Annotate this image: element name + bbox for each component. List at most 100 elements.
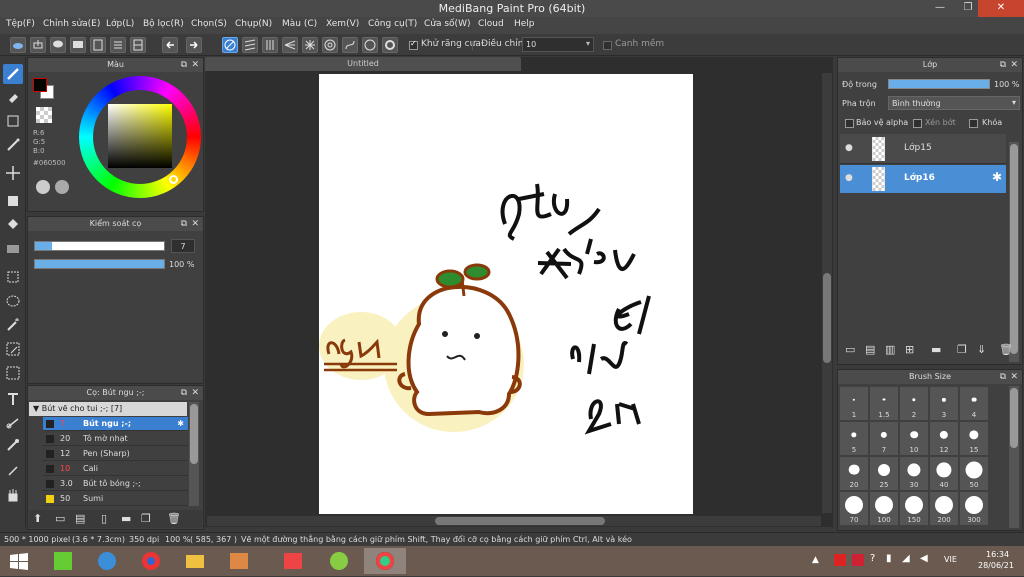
new-halftone-layer-icon[interactable]: ▤ <box>865 343 875 356</box>
document-icon[interactable] <box>90 37 106 53</box>
menu-cloud[interactable]: Cloud <box>478 19 504 29</box>
correction-select[interactable]: 10 ▾ <box>522 37 594 52</box>
redo-icon[interactable] <box>186 37 202 53</box>
brush-group[interactable]: ▼ Bút vẽ cho tui ;-; [7] <box>29 402 187 416</box>
parallel-snap-icon[interactable] <box>242 37 258 53</box>
brush-size-item[interactable]: 15 <box>960 422 988 455</box>
tray-battery-icon[interactable]: ▮ <box>886 553 892 564</box>
medibang-taskbar-icon[interactable] <box>364 548 406 574</box>
app-icon[interactable] <box>272 548 314 574</box>
duplicate-icon[interactable]: ❐ <box>141 512 151 525</box>
layer-row-16[interactable]: ● Lớp16 ✱ <box>840 165 1006 193</box>
brush-tool-icon[interactable] <box>3 64 23 84</box>
brush-size-item[interactable]: 1.5 <box>870 387 898 420</box>
tray-time[interactable]: 16:34 <box>986 550 1009 559</box>
menu-view[interactable]: Xem(V) <box>326 19 359 29</box>
grid-snap-icon[interactable] <box>262 37 278 53</box>
eye-icon[interactable]: ● <box>845 143 853 153</box>
rectangle-select-icon[interactable] <box>3 111 23 131</box>
add-layer-menu-icon[interactable]: ⊞ <box>905 343 914 356</box>
transparent-swatch[interactable] <box>36 107 52 123</box>
close-icon[interactable]: ✕ <box>1010 370 1018 384</box>
canvas-paper[interactable] <box>319 74 693 514</box>
brush-size-item[interactable]: 100 <box>870 492 898 525</box>
tray-date[interactable]: 28/06/21 <box>978 561 1014 570</box>
trash-icon[interactable]: 🗑 <box>167 512 181 525</box>
tray-help-icon[interactable]: ? <box>870 553 875 564</box>
no-snap-icon[interactable] <box>222 37 238 53</box>
move-tool-icon[interactable] <box>3 163 23 183</box>
undock-icon[interactable]: ⧉ <box>181 58 187 72</box>
list-item[interactable]: 10 Cali <box>43 462 188 476</box>
protect-alpha-checkbox[interactable] <box>845 119 854 128</box>
fill-rect-icon[interactable] <box>3 191 23 211</box>
cloud-icon[interactable] <box>10 37 26 53</box>
folder-icon[interactable]: ▬ <box>121 512 131 525</box>
share-icon[interactable] <box>30 37 46 53</box>
curve-snap-icon[interactable] <box>342 37 358 53</box>
brush-size-item[interactable]: 10 <box>900 422 928 455</box>
list-item[interactable]: 20 Tô mờ nhạt <box>43 432 188 446</box>
layer-opacity-slider[interactable] <box>888 79 990 89</box>
layer-row-15[interactable]: ● Lớp15 <box>840 134 1006 164</box>
tray-network-icon[interactable]: ◢ <box>902 553 910 564</box>
vertical-scrollbar[interactable] <box>822 73 832 513</box>
firealpaca-icon[interactable] <box>318 548 360 574</box>
brush-size-item[interactable]: 7 <box>870 422 898 455</box>
eye-icon[interactable]: ● <box>845 173 853 183</box>
brush-size-item[interactable]: 5 <box>840 422 868 455</box>
antialias-checkbox[interactable] <box>409 39 418 50</box>
magic-wand-icon[interactable] <box>3 315 23 335</box>
primary-color-swatch[interactable] <box>33 78 47 92</box>
ellipse-snap-icon[interactable] <box>362 37 378 53</box>
palette-add-icon[interactable] <box>55 180 69 194</box>
lasso-tool-icon[interactable] <box>3 291 23 311</box>
circle-snap-icon[interactable] <box>322 37 338 53</box>
edge-checkbox[interactable] <box>603 41 612 50</box>
brush-size-item[interactable]: 150 <box>900 492 928 525</box>
layer-scrollbar[interactable] <box>1009 142 1019 362</box>
storyboard-icon[interactable] <box>130 37 146 53</box>
gradient-tool-icon[interactable] <box>3 239 23 259</box>
brush-size-item[interactable]: 1 <box>840 387 868 420</box>
minimize-button[interactable]: — <box>926 0 954 17</box>
brush-size-item[interactable]: 25 <box>870 457 898 490</box>
brush-size-item[interactable]: 2 <box>900 387 928 420</box>
menu-layer[interactable]: Lớp(L) <box>106 19 134 29</box>
dropper-tool-icon[interactable] <box>3 461 23 481</box>
close-button[interactable]: ✕ <box>978 0 1024 17</box>
tray-antivirus-icon[interactable] <box>834 554 846 566</box>
menu-filter[interactable]: Bộ lọc(R) <box>143 19 184 29</box>
tray-chevron-icon[interactable]: ▲ <box>812 555 819 565</box>
tray-language[interactable]: VIE <box>944 555 957 564</box>
undock-icon[interactable]: ⧉ <box>1000 58 1006 72</box>
brush-size-item[interactable]: 20 <box>840 457 868 490</box>
menu-edit[interactable]: Chỉnh sửa(E) <box>43 19 100 29</box>
close-icon[interactable]: ✕ <box>191 217 199 231</box>
close-icon[interactable]: ✕ <box>191 58 199 72</box>
document-tab[interactable]: Untitled <box>205 57 521 71</box>
duplicate-icon[interactable]: ❐ <box>957 343 967 356</box>
tray-app-icon[interactable] <box>852 554 864 566</box>
bluestacks-icon[interactable] <box>42 548 84 574</box>
list-item[interactable]: 3.0 Bút tô bóng ;-; <box>43 477 188 491</box>
brush-size-item[interactable]: 40 <box>930 457 958 490</box>
brush-size-item[interactable]: 200 <box>930 492 958 525</box>
list-item[interactable]: 12 Pen (Sharp) <box>43 447 188 461</box>
brush-menu-icon[interactable]: ▤ <box>75 512 85 525</box>
divide-tool-icon[interactable] <box>3 413 23 433</box>
perspective-snap-icon[interactable] <box>282 37 298 53</box>
text-tool-icon[interactable] <box>3 389 23 409</box>
menu-color[interactable]: Màu (C) <box>282 19 317 29</box>
brush-size-item[interactable]: 4 <box>960 387 988 420</box>
brush-size-item[interactable]: 12 <box>930 422 958 455</box>
clipping-checkbox[interactable] <box>913 119 922 128</box>
gear-icon[interactable]: ✱ <box>177 417 184 431</box>
close-icon[interactable]: ✕ <box>191 386 199 400</box>
brush-opacity-slider[interactable] <box>34 259 165 269</box>
brush-size-item[interactable]: 300 <box>960 492 988 525</box>
horizontal-scrollbar[interactable] <box>207 516 821 526</box>
undock-icon[interactable]: ⧉ <box>181 217 187 231</box>
brush-size-slider[interactable] <box>34 241 165 251</box>
hand-tool-icon[interactable] <box>3 485 23 505</box>
